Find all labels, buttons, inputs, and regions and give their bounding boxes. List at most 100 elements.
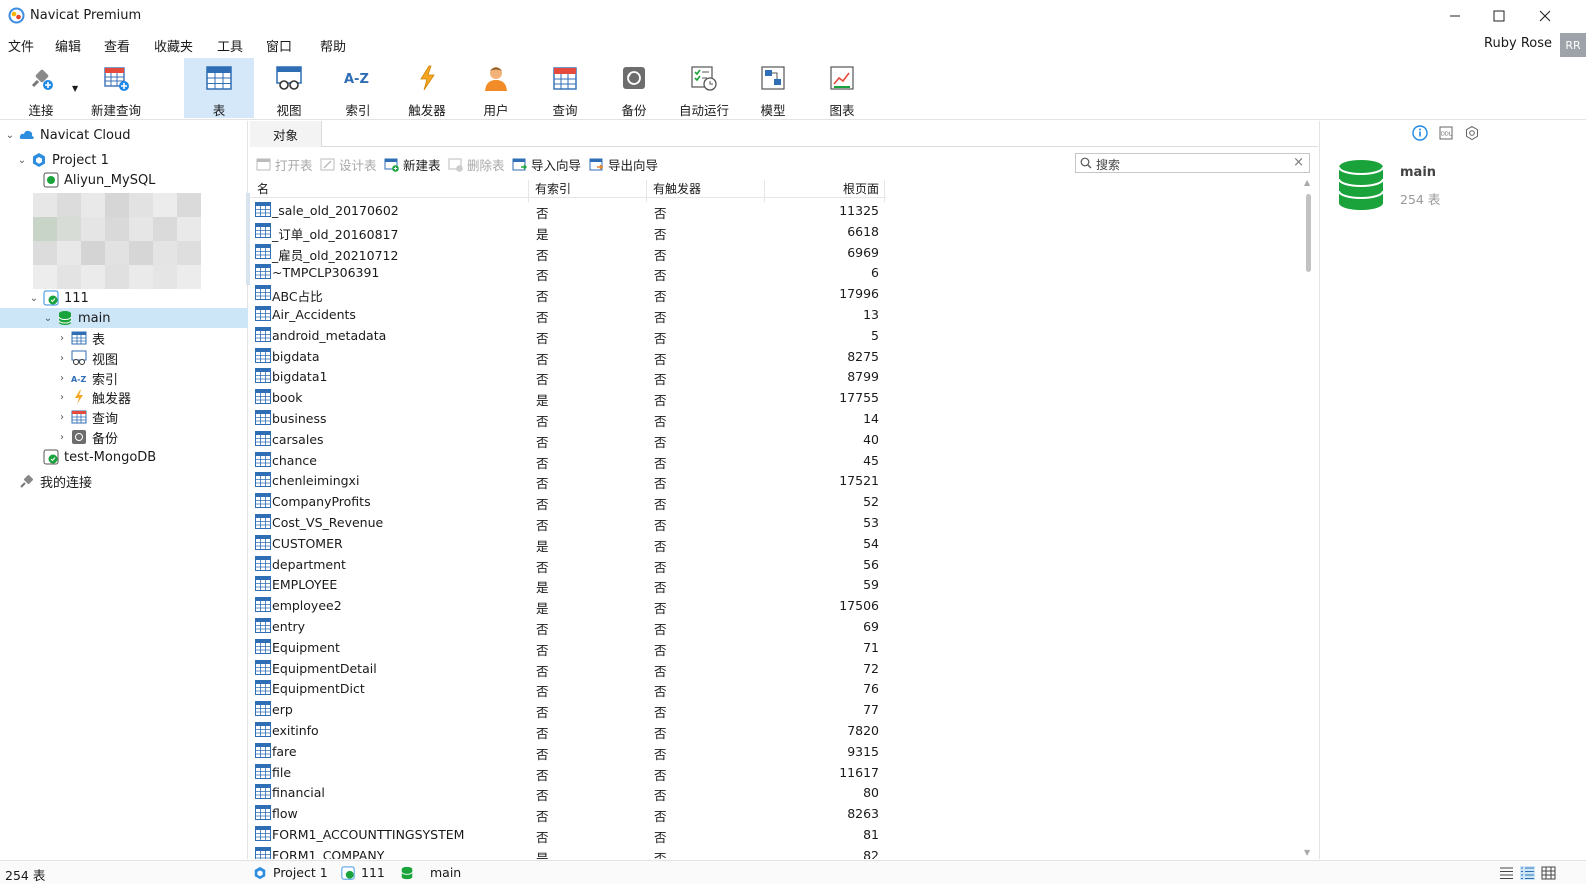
tree-item-main-db[interactable]: ⌄ main <box>42 308 111 328</box>
table-row[interactable]: chance 否 否 45 <box>250 450 886 471</box>
table-row[interactable]: Air_Accidents 否 否 13 <box>250 304 886 325</box>
search-box[interactable]: 搜索 × <box>1075 153 1310 173</box>
menu-edit[interactable]: 编辑 <box>55 36 81 55</box>
chevron-down-icon[interactable]: ⌄ <box>42 313 54 324</box>
column-header-has-trigger[interactable]: 有触发器 <box>653 180 701 197</box>
table-row[interactable]: _订单_old_20160817 是 否 6618 <box>250 221 886 242</box>
table-row[interactable]: financial 否 否 80 <box>250 782 886 803</box>
menu-favorites[interactable]: 收藏夹 <box>154 36 193 55</box>
tree-item-tables[interactable]: › 表 <box>56 328 105 348</box>
maximize-button[interactable] <box>1479 4 1519 28</box>
chevron-down-icon[interactable]: ⌄ <box>16 155 28 166</box>
table-row[interactable]: FORM1_ACCOUNTTINGSYSTEM 否 否 81 <box>250 824 886 845</box>
table-row[interactable]: EquipmentDict 否 否 76 <box>250 678 886 699</box>
connection-dropdown-arrow-icon[interactable]: ▼ <box>72 84 78 93</box>
menu-tools[interactable]: 工具 <box>217 36 243 55</box>
toolbar-trigger-button[interactable]: 触发器 <box>392 58 462 118</box>
tree-item-triggers[interactable]: › 触发器 <box>56 387 131 407</box>
tree-item-queries[interactable]: › 查询 <box>56 407 118 427</box>
table-row[interactable]: business 否 否 14 <box>250 408 886 429</box>
table-row[interactable]: _sale_old_20170602 否 否 11325 <box>250 200 886 221</box>
menu-window[interactable]: 窗口 <box>266 36 292 55</box>
scroll-down-arrow-icon[interactable]: ▼ <box>1304 848 1310 857</box>
settings-gear-icon[interactable] <box>1464 125 1480 141</box>
detail-view-icon[interactable] <box>1520 866 1535 880</box>
scrollbar-thumb[interactable] <box>1306 194 1311 272</box>
chevron-down-icon[interactable]: ⌄ <box>4 130 16 141</box>
tree-item-navicat-cloud[interactable]: ⌄ Navicat Cloud <box>4 125 131 145</box>
toolbar-automation-button[interactable]: 自动运行 <box>669 58 739 118</box>
scroll-up-arrow-icon[interactable]: ▲ <box>1304 178 1310 187</box>
tree-item-views[interactable]: › 视图 <box>56 348 118 368</box>
list-view-icon[interactable] <box>1499 866 1514 880</box>
open-table-button[interactable]: 打开表 <box>256 155 313 174</box>
table-row[interactable]: book 是 否 17755 <box>250 387 886 408</box>
toolbar-model-button[interactable]: 模型 <box>738 58 808 118</box>
toolbar-table-button[interactable]: 表 <box>184 58 254 118</box>
table-row[interactable]: chenleimingxi 否 否 17521 <box>250 470 886 491</box>
ddl-icon[interactable]: DDL <box>1438 125 1454 141</box>
export-wizard-button[interactable]: 导出向导 <box>589 155 658 174</box>
toolbar-chart-button[interactable]: 图表 <box>807 58 877 118</box>
table-row[interactable]: ~TMPCLP306391 否 否 6 <box>250 262 886 283</box>
chevron-right-icon[interactable]: › <box>56 392 68 403</box>
import-wizard-button[interactable]: 导入向导 <box>512 155 581 174</box>
table-row[interactable]: Equipment 否 否 71 <box>250 637 886 658</box>
tab-objects[interactable]: 对象 <box>250 121 322 147</box>
chevron-right-icon[interactable]: › <box>56 412 68 423</box>
menu-help[interactable]: 帮助 <box>320 36 346 55</box>
table-row[interactable]: erp 否 否 77 <box>250 699 886 720</box>
table-row[interactable]: department 否 否 56 <box>250 554 886 575</box>
tree-item-my-connections[interactable]: 我的连接 <box>16 471 92 491</box>
search-input[interactable]: 搜索 <box>1096 156 1120 173</box>
column-header-name[interactable]: 名 <box>257 180 269 197</box>
table-row[interactable]: fare 否 否 9315 <box>250 741 886 762</box>
table-row[interactable]: employee2 是 否 17506 <box>250 595 886 616</box>
tree-item-connection-111[interactable]: ⌄ 111 <box>28 288 89 308</box>
menu-view[interactable]: 查看 <box>104 36 130 55</box>
toolbar-backup-button[interactable]: 备份 <box>599 58 669 118</box>
info-icon[interactable] <box>1412 125 1428 141</box>
avatar[interactable]: RR <box>1560 33 1586 57</box>
table-row[interactable]: entry 否 否 69 <box>250 616 886 637</box>
chevron-right-icon[interactable]: › <box>56 333 68 344</box>
grid-vertical-scrollbar[interactable]: ▲ ▼ <box>1302 176 1316 859</box>
tree-item-project[interactable]: ⌄ Project 1 <box>16 150 109 170</box>
toolbar-connection-button[interactable]: 连接 <box>6 58 76 118</box>
toolbar-index-button[interactable]: A-Z 索引 <box>323 58 393 118</box>
table-row[interactable]: EMPLOYEE 是 否 59 <box>250 574 886 595</box>
toolbar-new-query-button[interactable]: 新建查询 <box>81 58 151 118</box>
toolbar-query-button[interactable]: 查询 <box>530 58 600 118</box>
chevron-right-icon[interactable]: › <box>56 432 68 443</box>
tree-item-test-mongodb[interactable]: test-MongoDB <box>40 447 156 467</box>
column-header-root-page[interactable]: 根页面 <box>770 180 879 197</box>
table-row[interactable]: FORM1_COMPANY 是 否 82 <box>250 845 886 859</box>
table-row[interactable]: carsales 否 否 40 <box>250 429 886 450</box>
design-table-button[interactable]: 设计表 <box>320 155 377 174</box>
menu-file[interactable]: 文件 <box>8 36 34 55</box>
toolbar-view-button[interactable]: 视图 <box>254 58 324 118</box>
table-row[interactable]: CompanyProfits 否 否 52 <box>250 491 886 512</box>
tree-item-aliyun-mysql[interactable]: Aliyun_MySQL <box>40 170 155 190</box>
clear-search-icon[interactable]: × <box>1293 155 1304 170</box>
chevron-right-icon[interactable]: › <box>56 373 68 384</box>
tree-item-indexes[interactable]: › A-Z 索引 <box>56 368 118 388</box>
table-row[interactable]: _雇员_old_20210712 否 否 6969 <box>250 242 886 263</box>
table-row[interactable]: EquipmentDetail 否 否 72 <box>250 658 886 679</box>
delete-table-button[interactable]: 删除表 <box>448 155 505 174</box>
table-row[interactable]: flow 否 否 8263 <box>250 803 886 824</box>
user-name[interactable]: Ruby Rose <box>1484 36 1552 51</box>
table-row[interactable]: Cost_VS_Revenue 否 否 53 <box>250 512 886 533</box>
toolbar-user-button[interactable]: 用户 <box>461 58 531 118</box>
table-row[interactable]: android_metadata 否 否 5 <box>250 325 886 346</box>
chevron-right-icon[interactable]: › <box>56 353 68 364</box>
close-button[interactable] <box>1525 4 1565 28</box>
table-row[interactable]: file 否 否 11617 <box>250 762 886 783</box>
grid-view-icon[interactable] <box>1541 866 1556 880</box>
table-row[interactable]: bigdata1 否 否 8799 <box>250 366 886 387</box>
chevron-down-icon[interactable]: ⌄ <box>28 293 40 304</box>
tree-item-backups[interactable]: › 备份 <box>56 427 118 447</box>
table-row[interactable]: CUSTOMER 是 否 54 <box>250 533 886 554</box>
column-header-has-index[interactable]: 有索引 <box>535 180 571 197</box>
minimize-button[interactable] <box>1435 4 1475 28</box>
